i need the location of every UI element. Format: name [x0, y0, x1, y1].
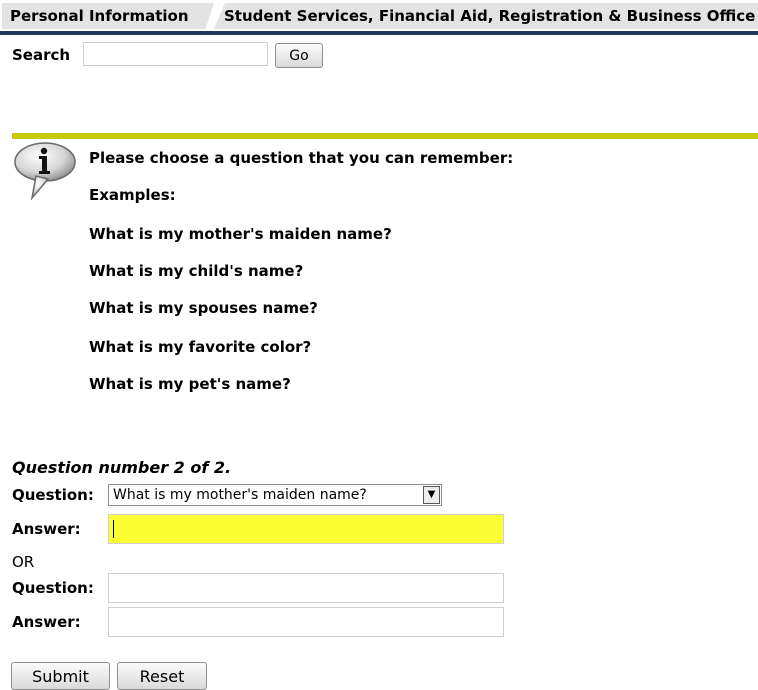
- info-speech-bubble-icon: [14, 142, 76, 201]
- submit-button[interactable]: Submit: [11, 662, 110, 690]
- question-label: Question:: [12, 486, 94, 504]
- text-caret: [113, 520, 114, 538]
- go-button[interactable]: Go: [275, 43, 323, 68]
- custom-answer-label: Answer:: [12, 613, 81, 631]
- tab-label: Student Services, Financial Aid, Registr…: [224, 7, 756, 25]
- custom-question-label: Question:: [12, 579, 94, 597]
- chevron-down-icon[interactable]: ▼: [423, 486, 440, 504]
- examples-label: Examples:: [89, 186, 176, 204]
- question-number-heading: Question number 2 of 2.: [12, 458, 232, 477]
- custom-answer-input[interactable]: [108, 607, 504, 637]
- tab-personal-information[interactable]: Personal Information: [2, 3, 214, 29]
- tab-student-services[interactable]: Student Services, Financial Aid, Registr…: [214, 3, 758, 29]
- example-item: What is my mother's maiden name?: [89, 225, 392, 243]
- or-separator: OR: [12, 553, 35, 571]
- tab-bar: Personal Information Student Services, F…: [0, 0, 758, 35]
- example-item: What is my child's name?: [89, 262, 304, 280]
- question-select[interactable]: What is my mother's maiden name? ▼: [108, 484, 442, 506]
- custom-question-input[interactable]: [108, 573, 504, 603]
- search-input[interactable]: [83, 42, 268, 66]
- search-label: Search: [12, 46, 71, 64]
- answer-label: Answer:: [12, 520, 81, 538]
- section-divider: [12, 133, 758, 139]
- example-item: What is my favorite color?: [89, 338, 312, 356]
- answer-input[interactable]: [108, 514, 504, 544]
- reset-button[interactable]: Reset: [117, 662, 207, 690]
- info-prompt: Please choose a question that you can re…: [89, 149, 514, 167]
- tab-underline: [0, 31, 758, 35]
- example-item: What is my pet's name?: [89, 375, 291, 393]
- question-select-value: What is my mother's maiden name?: [113, 487, 367, 503]
- example-item: What is my spouses name?: [89, 299, 318, 317]
- tab-label: Personal Information: [10, 7, 189, 25]
